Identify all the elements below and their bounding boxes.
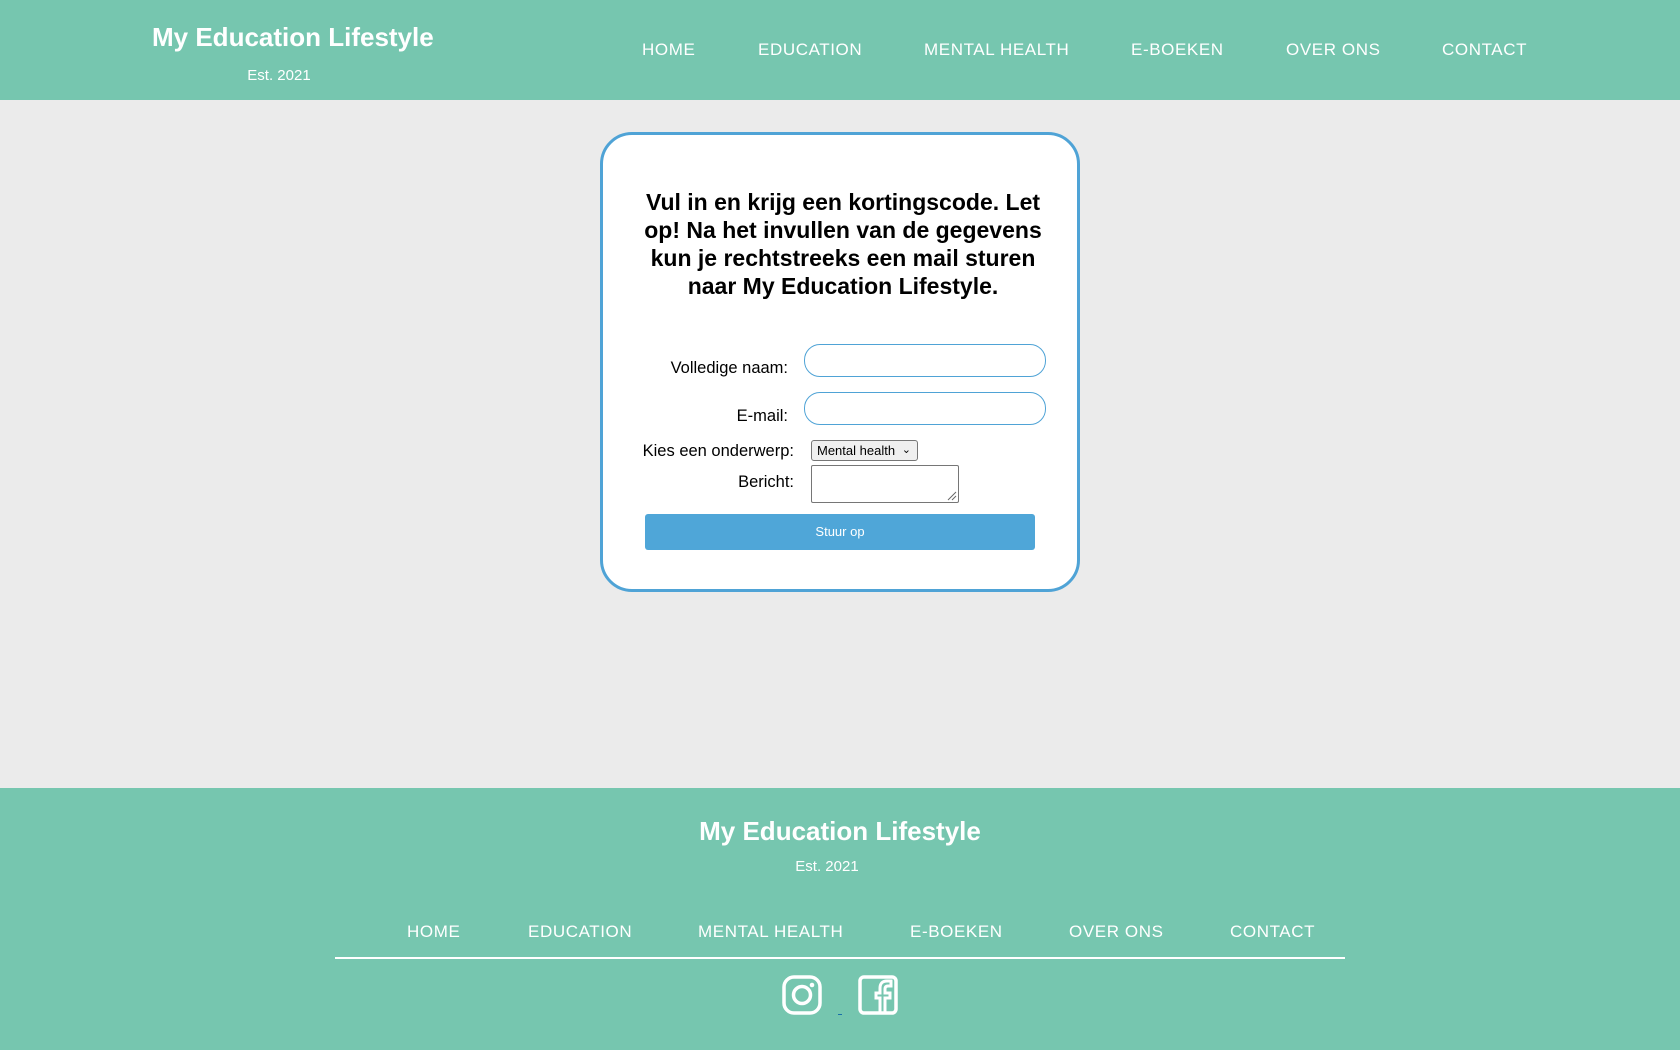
footer-nav-e-boeken[interactable]: E-BOEKEN xyxy=(910,922,1003,942)
nav-home[interactable]: HOME xyxy=(642,40,695,60)
subject-selected-value: Mental health xyxy=(817,443,896,458)
nav-e-boeken[interactable]: E-BOEKEN xyxy=(1131,40,1224,60)
chevron-down-icon: ⌄ xyxy=(901,444,911,456)
link-underline xyxy=(838,1014,842,1015)
nav-mental-health[interactable]: MENTAL HEALTH xyxy=(924,40,1069,60)
subject-select[interactable]: Mental health ⌄ xyxy=(811,440,918,461)
subject-label: Kies een onderwerp: xyxy=(642,442,794,460)
footer-nav-contact[interactable]: CONTACT xyxy=(1230,922,1315,942)
site-footer: My Education Lifestyle Est. 2021 HOME ED… xyxy=(0,788,1680,1050)
email-field[interactable] xyxy=(804,392,1046,425)
brand-established: Est. 2021 xyxy=(247,67,311,84)
footer-established: Est. 2021 xyxy=(795,858,859,875)
form-heading: Vul in en krijg een kortingscode. Let op… xyxy=(644,189,1042,299)
nav-education[interactable]: EDUCATION xyxy=(758,40,862,60)
nav-contact[interactable]: CONTACT xyxy=(1442,40,1527,60)
footer-nav-education[interactable]: EDUCATION xyxy=(528,922,632,942)
footer-brand-title: My Education Lifestyle xyxy=(699,816,981,846)
message-label: Bericht: xyxy=(738,473,794,491)
facebook-icon[interactable] xyxy=(857,974,899,1016)
brand-logo[interactable]: My Education Lifestyle Est. 2021 xyxy=(152,22,434,84)
message-textarea[interactable] xyxy=(811,465,959,503)
brand-title: My Education Lifestyle xyxy=(152,22,434,52)
site-header: My Education Lifestyle Est. 2021 HOME ED… xyxy=(0,0,1680,100)
email-label: E-mail: xyxy=(736,407,788,425)
footer-nav-over-ons[interactable]: OVER ONS xyxy=(1069,922,1164,942)
footer-nav-home[interactable]: HOME xyxy=(407,922,460,942)
name-field[interactable] xyxy=(804,344,1046,377)
submit-button[interactable]: Stuur op xyxy=(645,514,1035,550)
name-label: Volledige naam: xyxy=(670,359,788,377)
resize-grip-icon[interactable] xyxy=(945,489,957,501)
nav-over-ons[interactable]: OVER ONS xyxy=(1286,40,1381,60)
instagram-icon[interactable] xyxy=(781,974,823,1016)
footer-divider xyxy=(335,957,1345,959)
contact-form-card: Vul in en krijg een kortingscode. Let op… xyxy=(600,132,1080,592)
footer-nav-mental-health[interactable]: MENTAL HEALTH xyxy=(698,922,843,942)
